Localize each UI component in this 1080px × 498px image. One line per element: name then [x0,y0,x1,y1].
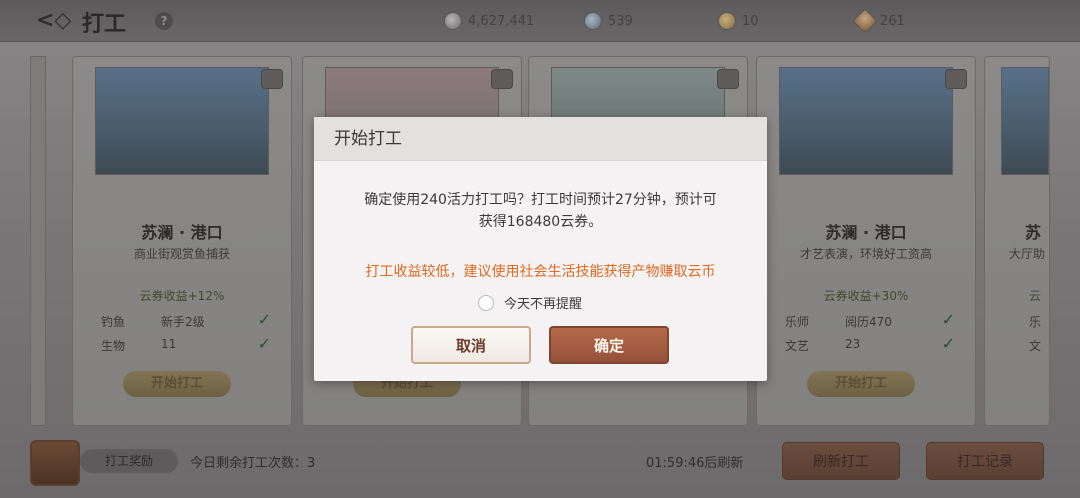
dialog-title: 开始打工 [314,117,767,161]
dialog-message: 确定使用240活力打工吗？打工时间预计27分钟，预计可 获得168480云券。 [334,189,747,233]
start-work-dialog: 开始打工 确定使用240活力打工吗？打工时间预计27分钟，预计可 获得16848… [314,117,767,381]
modal-overlay: 开始打工 确定使用240活力打工吗？打工时间预计27分钟，预计可 获得16848… [0,0,1080,498]
dialog-message-line: 获得168480云券。 [334,211,747,233]
dont-remind-toggle[interactable]: 今天不再提醒 [478,293,582,312]
cancel-button[interactable]: 取消 [411,326,531,364]
dont-remind-label: 今天不再提醒 [504,293,582,312]
radio-button[interactable] [478,295,494,311]
dialog-warning: 打工收益较低，建议使用社会生活技能获得产物赚取云币 [324,261,757,281]
confirm-button[interactable]: 确定 [549,326,669,364]
dialog-message-line: 确定使用240活力打工吗？打工时间预计27分钟，预计可 [334,189,747,211]
